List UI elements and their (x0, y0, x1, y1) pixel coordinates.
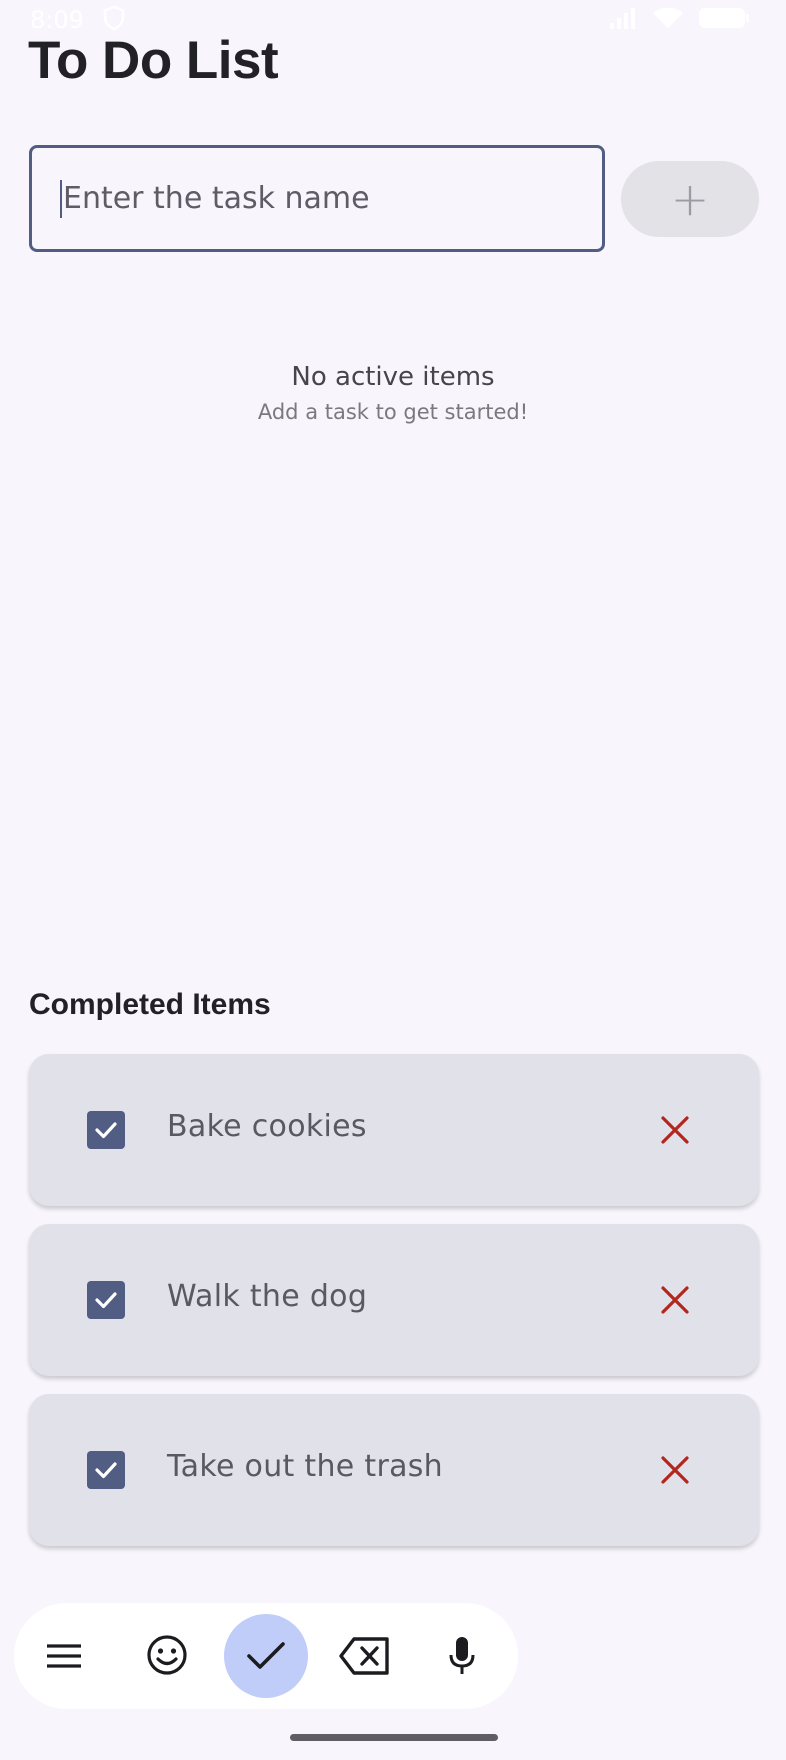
battery-icon (698, 6, 750, 35)
signal-icon (608, 6, 638, 35)
voice-input-button[interactable] (447, 1634, 477, 1678)
keyboard-done-button[interactable] (224, 1614, 308, 1698)
item-label: Bake cookies (167, 1109, 367, 1144)
checkmark-icon (95, 1462, 117, 1479)
task-name-input[interactable] (62, 181, 602, 216)
keyboard-menu-button[interactable] (44, 1636, 84, 1676)
delete-item-button[interactable] (655, 1110, 695, 1150)
item-checkbox[interactable] (87, 1111, 125, 1149)
close-icon (661, 1456, 689, 1484)
empty-state-title: No active items (291, 362, 495, 392)
close-icon (661, 1286, 689, 1314)
item-checkbox[interactable] (87, 1281, 125, 1319)
add-task-button[interactable]: + (621, 161, 759, 237)
item-label: Take out the trash (167, 1449, 444, 1484)
close-icon (661, 1116, 689, 1144)
backspace-button[interactable] (339, 1635, 391, 1677)
completed-item-card[interactable]: Bake cookies (29, 1054, 759, 1206)
item-checkbox[interactable] (87, 1451, 125, 1489)
keyboard-toolbar (14, 1603, 518, 1709)
completed-item-card[interactable]: Walk the dog (29, 1224, 759, 1376)
emoji-icon (147, 1635, 187, 1675)
backspace-icon (339, 1637, 389, 1675)
completed-list: Bake cookies Walk the dog Take out the t… (29, 1054, 759, 1564)
item-label: Walk the dog (167, 1279, 368, 1314)
empty-state-subtitle: Add a task to get started! (257, 400, 529, 424)
status-right (608, 6, 750, 35)
delete-item-button[interactable] (655, 1450, 695, 1490)
completed-item-card[interactable]: Take out the trash (29, 1394, 759, 1546)
text-cursor (60, 179, 62, 218)
completed-section-title: Completed Items (29, 988, 271, 1021)
task-name-field[interactable] (29, 145, 605, 252)
microphone-icon (449, 1637, 475, 1674)
checkmark-icon (95, 1122, 117, 1139)
page-title: To Do List (28, 31, 279, 90)
delete-item-button[interactable] (655, 1280, 695, 1320)
home-indicator[interactable] (290, 1734, 498, 1741)
menu-icon (47, 1644, 81, 1668)
checkmark-icon (95, 1292, 117, 1309)
empty-state: No active items Add a task to get starte… (0, 362, 786, 424)
emoji-button[interactable] (145, 1633, 189, 1677)
wifi-icon (652, 6, 684, 35)
check-icon (247, 1642, 285, 1669)
